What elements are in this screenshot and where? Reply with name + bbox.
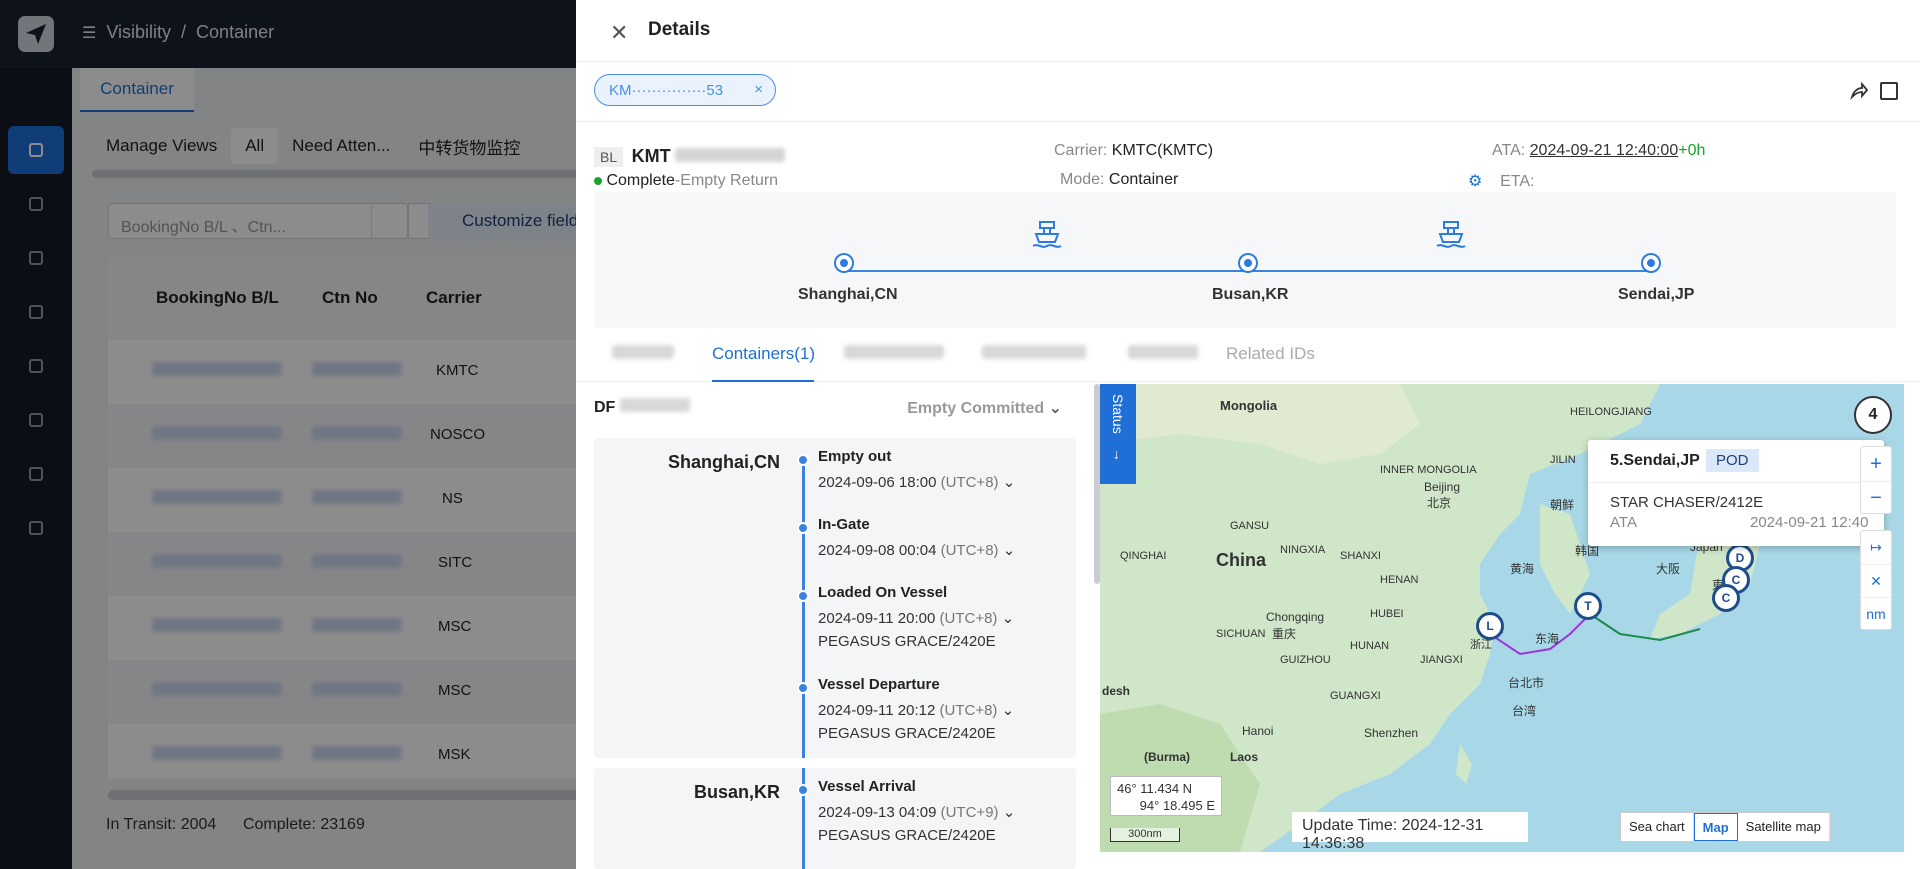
drawer-header: ✕ Details	[576, 0, 1920, 62]
unit-toggle-button[interactable]: nm	[1861, 597, 1891, 630]
eta-field: ⚙ ETA:	[1468, 173, 1535, 190]
map-marker[interactable]: L	[1476, 612, 1504, 640]
chevron-down-icon: ⌄	[1001, 610, 1015, 627]
tab-blurred-2[interactable]	[844, 344, 944, 382]
bl-header: BL KMT	[594, 146, 786, 167]
close-icon[interactable]: ✕	[610, 20, 628, 46]
port-popup: 5.Sendai,JP POD STAR CHASER/2412E ATA 20…	[1588, 440, 1884, 546]
map-tools: ↦ ✕ nm	[1860, 530, 1892, 630]
popup-title: 5.Sendai,JP	[1610, 452, 1700, 469]
map-type-sea-chart[interactable]: Sea chart	[1621, 813, 1694, 841]
container-status-dropdown[interactable]: Empty Committed ⌄	[907, 398, 1062, 418]
map-marker[interactable]: T	[1574, 592, 1602, 620]
marker-count-badge[interactable]: 4	[1854, 396, 1892, 434]
status-button[interactable]: Status →	[1100, 384, 1136, 484]
port-group-card: Shanghai,CN Empty out 2024-09-06 18:00 (…	[594, 438, 1076, 758]
map-type-switcher: Sea chart Map Satellite map	[1620, 812, 1831, 842]
tab-blurred-3[interactable]	[982, 344, 1086, 382]
map-marker[interactable]: C	[1712, 584, 1740, 612]
map-type-map[interactable]: Map	[1693, 813, 1738, 841]
update-time: Update Time: 2024-12-31 14:36:38	[1292, 812, 1528, 852]
tab-related-ids[interactable]: Related IDs	[1226, 344, 1315, 382]
popup-tag: POD	[1706, 449, 1759, 472]
tab-blurred-1[interactable]	[612, 344, 674, 382]
port-pin-transit[interactable]	[1240, 255, 1256, 271]
ship-icon	[1032, 221, 1062, 248]
event-item[interactable]: In-Gate 2024-09-08 00:04 (UTC+8) ⌄	[818, 516, 1015, 559]
fullscreen-icon[interactable]	[1880, 82, 1898, 100]
port-pin-destination[interactable]	[1643, 255, 1659, 271]
zoom-out-button[interactable]: −	[1861, 481, 1891, 515]
bl-number: KMT	[631, 146, 671, 166]
drawer-title: Details	[648, 19, 711, 40]
chevron-down-icon: ⌄	[1002, 804, 1016, 821]
detail-tabs: Containers(1) Related IDs	[576, 340, 1920, 382]
details-drawer: ✕ Details KM···············53 × BL KMT C…	[576, 0, 1920, 869]
chevron-down-icon: ⌄	[1001, 702, 1015, 719]
ship-icon	[1436, 221, 1466, 248]
arrow-right-icon: →	[1111, 448, 1127, 462]
share-icon[interactable]	[1850, 82, 1868, 100]
status-sub: -Empty Return	[674, 172, 779, 189]
chevron-down-icon: ⌄	[1002, 474, 1016, 491]
carrier-field: Carrier: KMTC(KMTC)	[1054, 142, 1214, 159]
chip-row: KM···············53 ×	[576, 62, 1920, 122]
bl-chip[interactable]: KM···············53 ×	[594, 74, 776, 106]
tab-containers[interactable]: Containers(1)	[712, 344, 815, 382]
port-group-card: Busan,KR Vessel Arrival 2024-09-13 04:09…	[594, 768, 1076, 869]
container-events-panel: DF Empty Committed ⌄ Shanghai,CN Empty o…	[594, 384, 1080, 869]
event-item[interactable]: Vessel Arrival 2024-09-13 04:09 (UTC+9) …	[818, 778, 1015, 844]
measure-icon[interactable]: ↦	[1861, 531, 1891, 564]
container-id: DF	[594, 398, 690, 417]
event-item[interactable]: Empty out 2024-09-06 18:00 (UTC+8) ⌄	[818, 448, 1015, 491]
mode-value: Container	[1108, 171, 1179, 188]
port-pin-origin[interactable]	[836, 255, 852, 271]
ata-value[interactable]: 2024-09-21 12:40:00	[1530, 142, 1679, 159]
popup-ata-label: ATA	[1610, 514, 1637, 531]
mode-field: Mode: Container	[1060, 171, 1179, 188]
ata-delta: +0h	[1678, 142, 1706, 159]
event-item[interactable]: Loaded On Vessel 2024-09-11 20:00 (UTC+8…	[818, 584, 1014, 650]
port-name-origin: Shanghai,CN	[798, 286, 898, 303]
screen: ☰ Visibility / Container Container Manag…	[0, 0, 1920, 869]
popup-ata-value: 2024-09-21 12:40	[1750, 514, 1869, 531]
port-group-name: Shanghai,CN	[667, 452, 780, 472]
status-dot	[594, 177, 602, 185]
ata-field: ATA: 2024-09-21 12:40:00+0h	[1492, 142, 1706, 159]
status-text: Complete	[606, 172, 675, 189]
zoom-controls: + −	[1860, 446, 1892, 514]
tab-blurred-4[interactable]	[1128, 344, 1198, 382]
zoom-in-button[interactable]: +	[1861, 447, 1891, 481]
coordinates-readout: 46° 11.434 N 94° 18.495 E	[1110, 776, 1222, 816]
clear-measure-icon[interactable]: ✕	[1861, 564, 1891, 597]
map-type-satellite[interactable]: Satellite map	[1738, 813, 1830, 841]
event-item[interactable]: Vessel Departure 2024-09-11 20:12 (UTC+8…	[818, 676, 1014, 742]
port-name-destination: Sendai,JP	[1618, 286, 1695, 303]
bl-tag: BL	[594, 147, 624, 167]
carrier-value: KMTC(KMTC)	[1111, 142, 1214, 159]
chevron-down-icon: ⌄	[1002, 542, 1016, 559]
gear-icon[interactable]: ⚙	[1468, 173, 1482, 190]
scale-bar: 300nm	[1110, 828, 1180, 842]
status-line: Complete-Empty Return	[594, 172, 778, 190]
chip-close-icon[interactable]: ×	[754, 81, 763, 98]
chevron-down-icon: ⌄	[1048, 400, 1062, 417]
popup-vessel: STAR CHASER/2412E	[1610, 494, 1764, 511]
port-group-name: Busan,KR	[693, 782, 780, 802]
port-name-transit: Busan,KR	[1212, 286, 1289, 303]
